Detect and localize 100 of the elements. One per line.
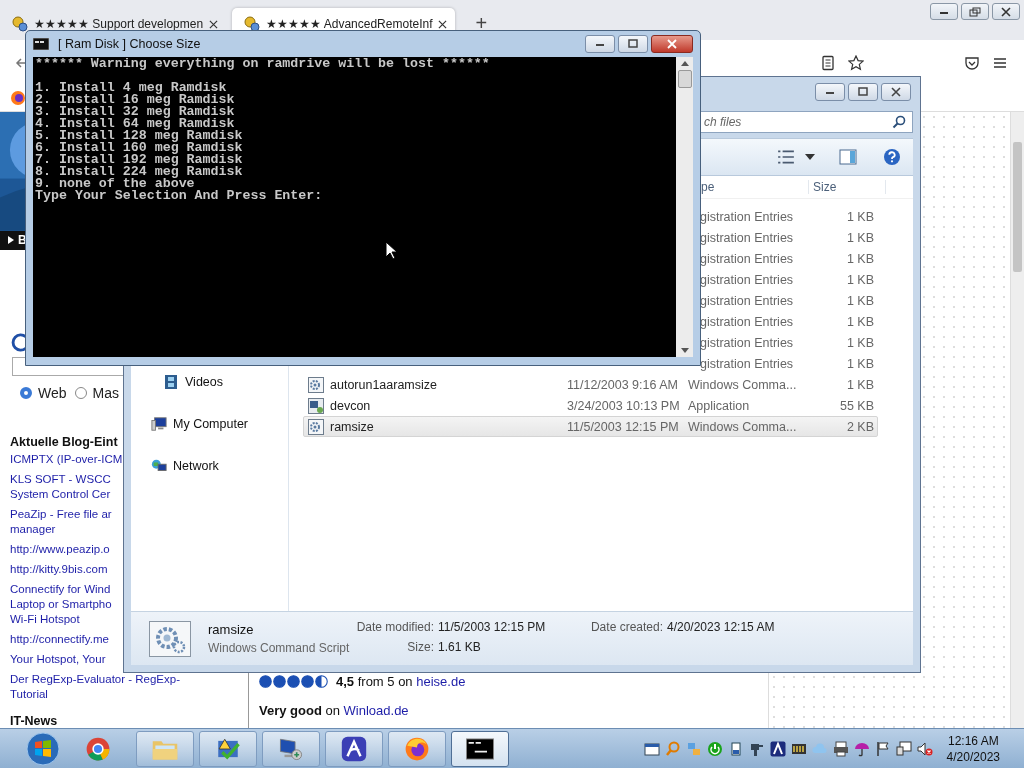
tab-title: ★★★★★ AdvancedRemoteInf	[266, 17, 433, 31]
selected-file-row[interactable]: ramsize 11/5/2003 12:15 PM Windows Comma... 2 KB	[303, 416, 878, 437]
scroll-thumb[interactable]	[677, 70, 692, 88]
start-button[interactable]	[26, 731, 60, 766]
details-view-icon[interactable]	[777, 149, 795, 165]
console-icon	[33, 38, 49, 50]
table-cell-text: 1 KB	[845, 293, 874, 308]
table-cell: Windows Comma...	[688, 419, 798, 434]
minimize-button[interactable]	[930, 3, 958, 20]
file-name: ramsize	[329, 419, 375, 434]
power-icon[interactable]	[706, 740, 723, 757]
window-title: [ Ram Disk ] Choose Size	[58, 37, 201, 51]
table-cell-text: gistration Entries	[699, 335, 795, 350]
table-cell-text: 11/5/2003 12:15 PM	[567, 419, 680, 434]
console-line: 7. Install 192 meg Ramdisk	[35, 154, 244, 166]
fox-globe-icon	[403, 735, 431, 762]
maximize-button[interactable]	[618, 35, 648, 53]
radio-option[interactable]: Mas	[74, 385, 119, 401]
down-arrow-icon[interactable]	[680, 348, 689, 353]
field-label: Size:	[406, 640, 434, 654]
nav-item[interactable]: My Computer	[131, 414, 288, 434]
blog-link[interactable]: Connectify for Wind Laptop or Smartpho Wi-Fi Hotspot	[10, 582, 112, 627]
reader-icon[interactable]	[820, 54, 836, 71]
file-row[interactable]: autorun1aaramsize 11/12/2003 9:16 AM Windows Comma... 1 KB	[303, 374, 878, 395]
table-cell-text: 1 KB	[845, 272, 874, 287]
dropdown-icon[interactable]	[805, 154, 815, 160]
umbrella-icon[interactable]	[853, 740, 870, 757]
table-cell-text: gistration Entries	[699, 356, 795, 371]
star-icon[interactable]	[848, 54, 864, 71]
section-heading: Aktuelle Blog-Eint	[10, 435, 118, 449]
minimize-button[interactable]	[585, 35, 615, 53]
window-icon[interactable]	[643, 740, 660, 757]
table-cell-text: 1 KB	[845, 209, 874, 224]
radio-button[interactable]	[74, 387, 87, 399]
film-icon	[163, 374, 179, 390]
taskbar-button[interactable]	[451, 730, 509, 767]
help-icon[interactable]	[883, 148, 901, 166]
speaker-icon[interactable]	[916, 740, 933, 757]
console-line: Type Your Selection And Press Enter:	[35, 190, 324, 202]
blog-link[interactable]: http://www.peazip.o	[10, 542, 110, 557]
table-cell-text: 1 KB	[845, 251, 874, 266]
radio-button[interactable]	[20, 387, 32, 399]
browser-tab[interactable]: ★★★★★ Support developmen	[0, 8, 227, 40]
close-icon[interactable]	[438, 19, 448, 29]
taskbar-button[interactable]	[262, 730, 320, 767]
source-link[interactable]: Winload.de	[343, 703, 409, 718]
field-label: Date created:	[589, 620, 663, 634]
column-header[interactable]: Size	[809, 180, 886, 194]
console-line: 1. Install 4 meg Ramdisk	[35, 82, 227, 94]
restore-button[interactable]	[961, 3, 989, 20]
close-button[interactable]	[881, 82, 911, 101]
blog-link[interactable]: KLS SOFT - WSCC System Control Cer	[10, 472, 111, 502]
field-label: Date modified:	[355, 620, 434, 634]
table-cell-text: 55 KB	[838, 398, 874, 413]
up-arrow-icon[interactable]	[680, 61, 689, 66]
tab-title: ★★★★★ Support developmen	[34, 17, 204, 31]
taskbar-button[interactable]	[325, 730, 383, 767]
blog-link[interactable]: Der RegExp-Evaluator - RegExp- Tutorial	[10, 672, 180, 702]
window-file-icon	[308, 397, 324, 414]
clock[interactable]: 12:16 AM 4/20/2023	[946, 733, 1000, 764]
source-link[interactable]: heise.de	[416, 674, 466, 689]
radio-option[interactable]: Web	[20, 385, 67, 401]
table-cell-text: gistration Entries	[699, 314, 795, 329]
maximize-button[interactable]	[848, 82, 878, 101]
blog-link[interactable]: http://kitty.9bis.com	[10, 562, 108, 577]
file-type: Windows Command Script	[208, 641, 348, 655]
blog-link[interactable]: Your Hotspot, Your	[10, 652, 106, 667]
table-cell-text: 2 KB	[845, 419, 874, 434]
flag-icon[interactable]	[874, 740, 891, 757]
blog-link[interactable]: PeaZip - Free file ar manager	[10, 507, 112, 537]
console-line: 4. Install 64 meg Ramdisk	[35, 118, 235, 130]
file-row[interactable]: devcon 3/24/2003 10:13 PM Application 55 KB	[303, 395, 878, 416]
close-icon[interactable]	[209, 19, 219, 29]
console-line: ****** Warning everything on ramdrive will be lost ******	[35, 58, 491, 70]
nav-item[interactable]: Videos	[131, 372, 288, 392]
file-name: ramsize	[208, 622, 255, 637]
pocket-icon[interactable]	[964, 54, 980, 71]
scrollbar[interactable]	[1010, 112, 1024, 728]
blog-link[interactable]: http://connectify.me	[10, 632, 109, 647]
printer-icon[interactable]	[832, 740, 849, 757]
field-value: 4/20/2023 12:15 AM	[667, 620, 775, 634]
close-button[interactable]	[651, 35, 693, 53]
table-cell-text: 11/12/2003 9:16 AM	[567, 377, 679, 392]
table-cell-text: gistration Entries	[699, 251, 795, 266]
nav-item[interactable]: Network	[131, 456, 288, 476]
letter-icon[interactable]	[769, 740, 786, 757]
search-icon	[892, 115, 906, 129]
close-button[interactable]	[992, 3, 1020, 20]
close-icon	[666, 39, 678, 49]
monitor-icon[interactable]	[895, 740, 912, 757]
scroll-thumb[interactable]	[1013, 142, 1022, 272]
close-icon	[1000, 6, 1012, 17]
fox-globe-icon[interactable]	[10, 90, 26, 106]
chrome-icon	[84, 735, 112, 762]
blog-link[interactable]: ICMPTX (IP-over-ICM	[10, 452, 123, 467]
preview-pane-icon[interactable]	[839, 149, 857, 165]
close-icon	[890, 86, 902, 97]
minimize-button[interactable]	[815, 82, 845, 101]
scrollbar[interactable]	[676, 57, 693, 357]
back-arrow-icon[interactable]	[14, 55, 28, 70]
